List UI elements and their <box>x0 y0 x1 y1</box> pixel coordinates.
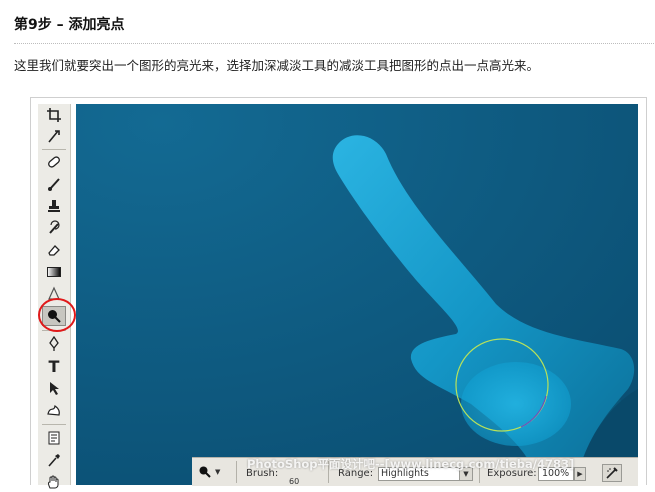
options-divider <box>236 461 237 483</box>
history-brush-tool-icon[interactable] <box>42 218 66 238</box>
custom-shape-tool-icon[interactable] <box>42 400 66 420</box>
toolbox-divider <box>42 149 66 150</box>
canvas-artwork <box>76 104 638 485</box>
dodge-preset-icon <box>199 466 211 478</box>
tool-preset-picker[interactable]: ▼ <box>198 462 230 482</box>
title-divider <box>14 43 654 44</box>
hand-tool-icon[interactable] <box>42 472 66 492</box>
clone-stamp-tool-icon[interactable] <box>42 196 66 216</box>
exposure-slider-toggle[interactable]: ▶ <box>574 467 586 481</box>
brush-tool-icon[interactable] <box>42 174 66 194</box>
chevron-down-icon: ▼ <box>215 468 221 476</box>
toolbox: T <box>38 104 71 489</box>
airbrush-toggle[interactable] <box>602 464 622 482</box>
airbrush-icon <box>606 467 618 479</box>
step-description: 这里我们就要突出一个图形的亮光来，选择加深减淡工具的减淡工具把图形的点出一点高光… <box>14 58 540 73</box>
eraser-tool-icon[interactable] <box>42 240 66 260</box>
document-canvas[interactable] <box>76 104 638 485</box>
toolbox-divider <box>42 424 66 425</box>
eyedropper-tool-icon[interactable] <box>42 450 66 470</box>
type-tool-icon[interactable]: T <box>42 356 66 376</box>
step-title: 第9步 – 添加亮点 <box>14 17 125 33</box>
path-selection-tool-icon[interactable] <box>42 378 66 398</box>
gradient-tool-icon[interactable] <box>42 262 66 282</box>
slice-tool-icon[interactable] <box>42 126 66 146</box>
crop-tool-icon[interactable] <box>42 105 66 125</box>
healing-brush-tool-icon[interactable] <box>42 152 66 172</box>
notes-tool-icon[interactable] <box>42 428 66 448</box>
watermark: PhotoShop平面设计吧--[www.linecg.com/tieba/47… <box>247 457 575 471</box>
dodge-tool-highlight-circle <box>38 298 76 332</box>
chevron-right-icon: ▶ <box>577 470 583 478</box>
pen-tool-icon[interactable] <box>42 334 66 354</box>
type-tool-glyph: T <box>48 356 60 376</box>
